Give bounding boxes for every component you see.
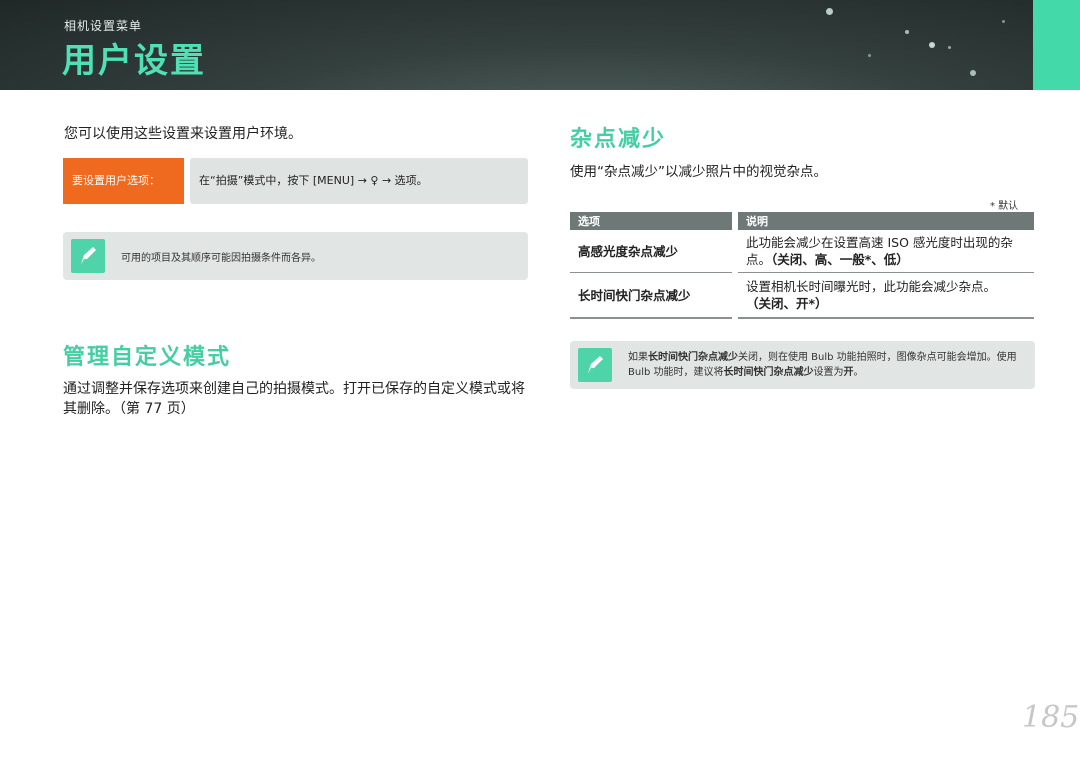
section-subtitle: 相机设置菜单: [64, 19, 143, 33]
table-header-row: 选项 说明: [570, 212, 1034, 230]
howto-step: 在“拍摄”模式中，按下 [MENU] → ♀ → 选项。: [190, 158, 528, 204]
section-tab-marker: [1033, 0, 1080, 90]
sparkle-dot: [929, 42, 935, 48]
options-table: 选项 说明 高感光度杂点减少 此功能会减少在设置高速 ISO 感光度时出现的杂点…: [570, 212, 1034, 319]
note-text: 可用的项目及其顺序可能因拍摄条件而各异。: [121, 253, 321, 264]
sparkle-dot: [1002, 20, 1005, 23]
custom-mode-heading: 管理自定义模式: [63, 345, 232, 370]
page-number: 185: [1022, 700, 1080, 735]
note-text: 如果长时间快门杂点减少关闭，则在使用 Bulb 功能拍照时，图像杂点可能会增加。…: [628, 350, 1028, 380]
sparkle-dot: [948, 46, 951, 49]
default-marker-note: * 默认: [990, 201, 1019, 212]
note-box: 可用的项目及其顺序可能因拍摄条件而各异。: [63, 232, 528, 280]
pencil-note-icon: [578, 348, 612, 382]
note-box: 如果长时间快门杂点减少关闭，则在使用 Bulb 功能拍照时，图像杂点可能会增加。…: [570, 341, 1035, 389]
decorative-arc: [735, 0, 1080, 90]
sparkle-dot: [905, 30, 909, 34]
sparkle-dot: [970, 70, 976, 76]
note-text-bold: 长时间快门杂点减少: [648, 352, 738, 363]
column-header-description: 说明: [735, 212, 1034, 230]
option-name: 长时间快门杂点减少: [570, 272, 738, 319]
noise-reduction-description: 使用“杂点减少”以减少照片中的视觉杂点。: [570, 164, 827, 180]
pencil-note-icon: [71, 239, 105, 273]
sparkle-dot: [868, 54, 871, 57]
option-description: 此功能会减少在设置高速 ISO 感光度时出现的杂点。（关闭、高、一般*、低）: [735, 230, 1034, 273]
option-values: （关闭、开*）: [746, 296, 828, 311]
table-row: 高感光度杂点减少 此功能会减少在设置高速 ISO 感光度时出现的杂点。（关闭、高…: [570, 230, 1034, 273]
page-title: 用户设置: [62, 41, 206, 81]
option-values: （关闭、高、一般*、低）: [771, 252, 909, 267]
sparkle-dot: [826, 8, 833, 15]
howto-label: 要设置用户选项：: [63, 158, 184, 204]
note-text-part: 设置为: [813, 367, 844, 378]
note-text-bold: 开: [843, 367, 854, 378]
column-header-option: 选项: [570, 212, 738, 230]
noise-reduction-heading: 杂点减少: [570, 127, 667, 152]
header-banner: 相机设置菜单 用户设置: [0, 0, 1080, 90]
howto-box: 要设置用户选项： 在“拍摄”模式中，按下 [MENU] → ♀ → 选项。: [63, 158, 528, 204]
option-description-text: 设置相机长时间曝光时，此功能会减少杂点。: [746, 279, 997, 294]
note-text-bold: 长时间快门杂点减少: [723, 367, 814, 378]
note-text-part: 如果: [628, 352, 648, 363]
custom-mode-description: 通过调整并保存选项来创建自己的拍摄模式。打开已保存的自定义模式或将其删除。（第 …: [63, 381, 525, 417]
table-row: 长时间快门杂点减少 设置相机长时间曝光时，此功能会减少杂点。 （关闭、开*）: [570, 272, 1034, 319]
option-name: 高感光度杂点减少: [570, 230, 738, 273]
note-text-part: 。: [853, 367, 864, 378]
option-description: 设置相机长时间曝光时，此功能会减少杂点。 （关闭、开*）: [735, 272, 1034, 319]
intro-text: 您可以使用这些设置来设置用户环境。: [64, 126, 302, 142]
